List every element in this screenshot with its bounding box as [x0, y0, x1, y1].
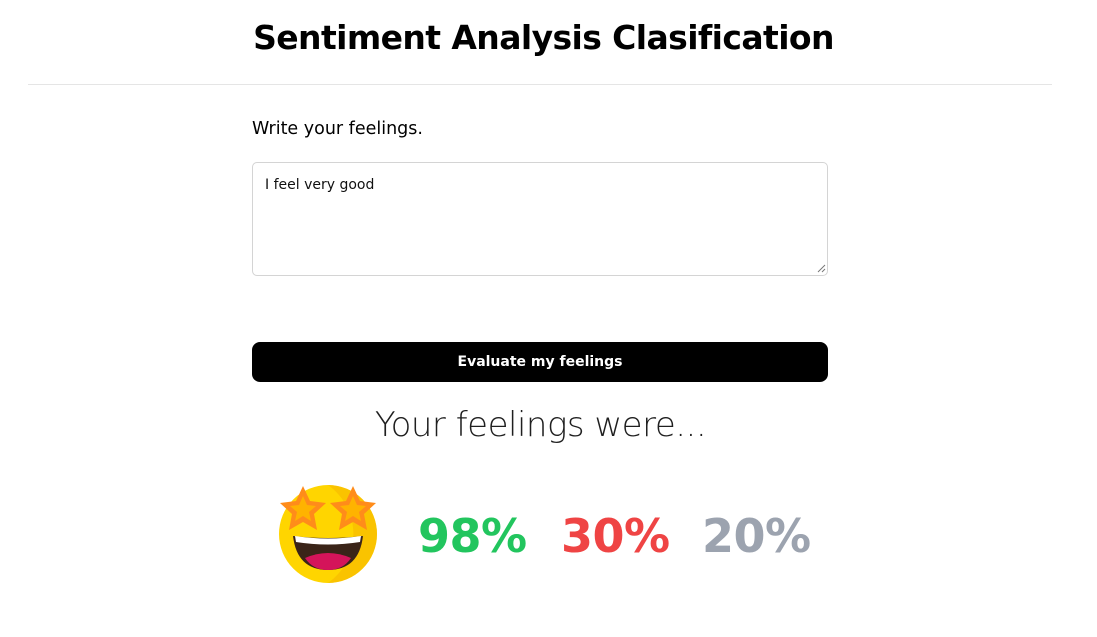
- positive-score: 98%: [418, 509, 527, 563]
- feelings-textarea[interactable]: [252, 162, 828, 276]
- negative-score: 30%: [561, 509, 670, 563]
- star-struck-face-icon: [279, 485, 377, 583]
- evaluate-button[interactable]: Evaluate my feelings: [252, 342, 828, 382]
- page: Sentiment Analysis Clasification Write y…: [0, 0, 1097, 637]
- header-divider: [28, 84, 1052, 85]
- neutral-score: 20%: [702, 509, 811, 563]
- result-heading: Your feelings were...: [374, 405, 707, 445]
- page-title: Sentiment Analysis Clasification: [253, 18, 834, 57]
- feelings-label: Write your feelings.: [252, 119, 423, 139]
